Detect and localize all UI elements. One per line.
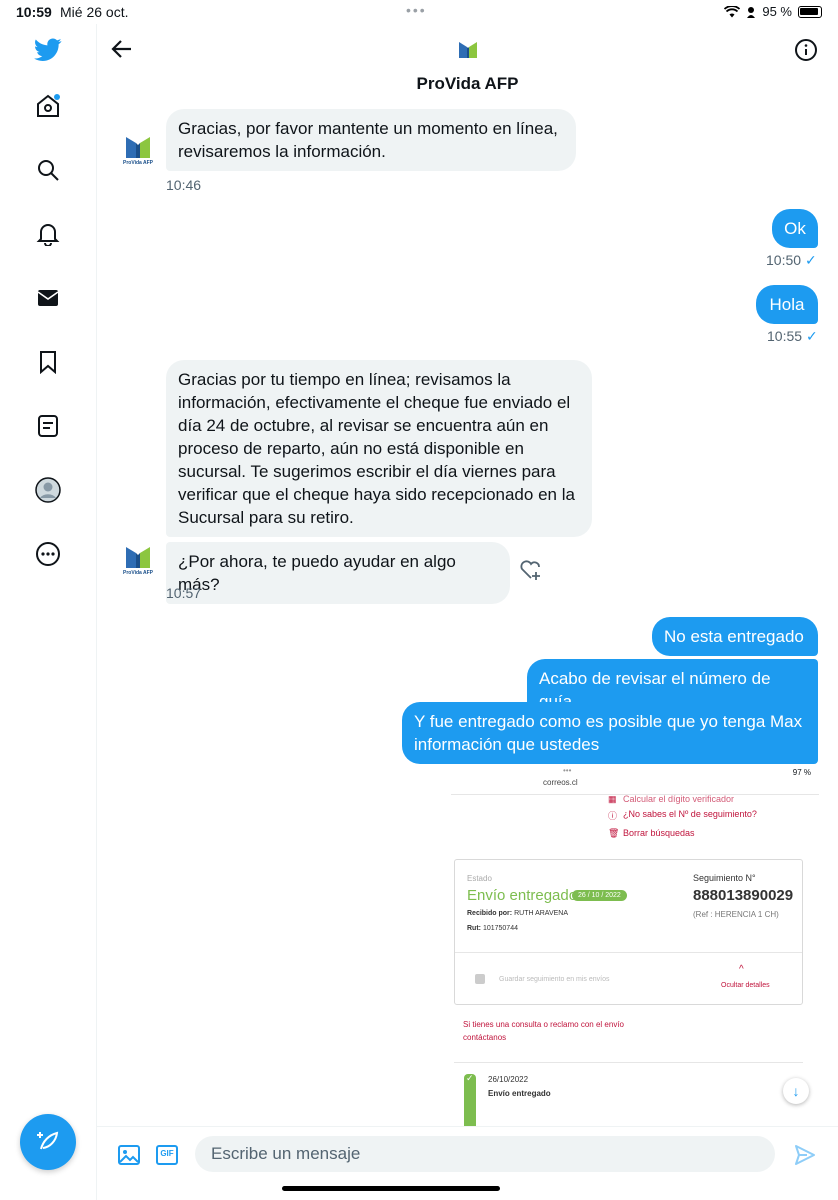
seguimiento-number: 888013890029 [693, 887, 794, 904]
track-status-bar: ✓ [464, 1073, 476, 1126]
send-icon[interactable] [793, 1143, 817, 1167]
media-image-icon[interactable] [117, 1143, 141, 1167]
home-indicator[interactable] [282, 1186, 500, 1191]
battery-percent: 95 % [762, 4, 792, 19]
wifi-icon [724, 5, 741, 17]
notifications-bell-icon[interactable] [34, 220, 62, 248]
attachment-link-borrar: Borrar búsquedas [623, 828, 695, 838]
rut-row: Rut: 101750744 [467, 925, 518, 932]
message-text: Y fue entregado como es posible que yo t… [414, 712, 803, 754]
card-divider [455, 952, 802, 953]
track-date: 26/10/2022 [488, 1075, 529, 1084]
lists-icon[interactable] [34, 412, 62, 440]
calculator-icon: ▦ [608, 794, 617, 804]
tracking-card: Estado Envío entregado 26 / 10 / 2022 Re… [454, 859, 803, 1005]
compose-feather-icon [37, 1131, 59, 1150]
save-tracking-icon [475, 974, 485, 984]
avatar-brand-text: ProVida AFP [123, 160, 154, 166]
attachment-url: correos.cl [543, 778, 578, 787]
message-timestamp: 10:57 [166, 585, 202, 601]
messages-envelope-icon[interactable] [34, 284, 62, 312]
attachment-status-bar: ••• 97 % correos.cl [451, 764, 819, 787]
message-text: ¿Por ahora, te puedo ayudar en algo más? [178, 552, 456, 594]
location-icon [747, 6, 756, 18]
provida-avatar[interactable]: ProVida AFP [123, 134, 153, 170]
estado-label: Estado [467, 874, 492, 883]
multitasking-dots-icon[interactable]: ••• [406, 2, 427, 18]
estado-value: Envío entregado [467, 887, 578, 904]
message-timestamp: 10:55 [767, 328, 803, 344]
avatar-brand-text: ProVida AFP [123, 570, 154, 576]
message-bubble-outgoing[interactable]: No esta entregado [652, 617, 818, 656]
sent-check-icon: ✓ [806, 328, 818, 344]
contact-link: Si tienes una consulta o reclamo con el … [463, 1020, 624, 1042]
recibido-value: RUTH ARAVENA [514, 910, 569, 917]
status-bar: 10:59 Mié 26 oct. ••• 95 % [0, 0, 838, 24]
more-options-icon[interactable] [34, 540, 62, 568]
conversation-header: ProVida AFP [97, 24, 838, 100]
message-text: Gracias, por favor mantente un momento e… [178, 119, 558, 161]
hide-details-label: Ocultar detalles [721, 982, 770, 989]
message-bubble-incoming[interactable]: Gracias por tu tiempo en línea; revisamo… [166, 360, 592, 537]
provida-logo-icon[interactable] [457, 38, 479, 60]
sidebar [0, 24, 97, 1200]
message-text: No esta entregado [664, 627, 804, 646]
rut-label: Rut: [467, 925, 481, 932]
message-text: Hola [769, 295, 805, 314]
track-check-icon: ✓ [466, 1073, 474, 1083]
seguimiento-ref: (Ref : HERENCIA 1 CH) [693, 910, 779, 919]
message-timestamp: 10:46 [166, 177, 202, 193]
scroll-down-arrow-icon[interactable]: ↓ [783, 1078, 809, 1104]
attachment-link-calcular: Calcular el dígito verificador [623, 794, 735, 804]
attachment-multitask-dots-icon: ••• [563, 766, 572, 775]
sent-check-icon: ✓ [805, 252, 817, 268]
rut-value: 101750744 [482, 925, 518, 932]
back-arrow-icon[interactable] [109, 36, 135, 62]
attachment-battery: 97 % [792, 768, 811, 777]
twitter-logo-icon[interactable] [34, 36, 62, 64]
attachment-link-no-sabes: ¿No sabes el Nº de seguimiento? [623, 809, 757, 819]
message-timestamp-row: 10:55 ✓ [767, 328, 818, 345]
trash-icon: 🗑 [608, 828, 620, 838]
message-bubble-outgoing[interactable]: Y fue entregado como es posible que yo t… [402, 702, 818, 764]
provida-avatar[interactable]: ProVida AFP [123, 544, 153, 580]
message-bubble-incoming[interactable]: ¿Por ahora, te puedo ayudar en algo más? [166, 542, 510, 604]
message-timestamp: 10:50 [766, 252, 802, 268]
conversation-info-icon[interactable] [794, 38, 818, 62]
track-state: Envío entregado [488, 1089, 551, 1098]
message-bubble-outgoing[interactable]: Ok [772, 209, 818, 248]
message-bubble-incoming[interactable]: Gracias, por favor mantente un momento e… [166, 109, 576, 171]
conversation-title: ProVida AFP [416, 74, 519, 93]
status-time: 10:59 [16, 4, 52, 20]
message-input[interactable] [195, 1136, 775, 1172]
attachment-divider [454, 1062, 803, 1063]
search-icon[interactable] [34, 156, 62, 184]
message-bubble-outgoing[interactable]: Hola [756, 285, 818, 324]
image-attachment[interactable]: ••• 97 % correos.cl ▦ Calcular el dígito… [451, 764, 819, 1126]
profile-avatar-icon[interactable] [34, 476, 62, 504]
status-date: Mié 26 oct. [60, 4, 129, 20]
gif-icon[interactable]: GIF [155, 1143, 179, 1167]
info-circle-icon: ⓘ [608, 811, 618, 821]
message-text: Ok [784, 219, 806, 238]
battery-icon [798, 5, 822, 18]
recibido-row: Recibido por: RUTH ARAVENA [467, 910, 568, 917]
message-text: Gracias por tu tiempo en línea; revisamo… [178, 370, 575, 527]
gif-label: GIF [160, 1149, 174, 1158]
add-reaction-heart-icon[interactable] [518, 557, 544, 583]
estado-date-badge: 26 / 10 / 2022 [572, 890, 627, 901]
recibido-label: Recibido por: [467, 910, 513, 917]
seguimiento-label: Seguimiento N° [693, 873, 756, 883]
chevron-up-icon: ^ [739, 964, 744, 975]
home-icon[interactable] [34, 92, 62, 120]
save-tracking-label: Guardar seguimiento en mis envíos [499, 976, 610, 983]
compose-tweet-button[interactable] [20, 1114, 76, 1170]
bookmarks-icon[interactable] [34, 348, 62, 376]
message-timestamp-row: 10:50 ✓ [766, 252, 817, 269]
status-right: 95 % [724, 4, 822, 19]
